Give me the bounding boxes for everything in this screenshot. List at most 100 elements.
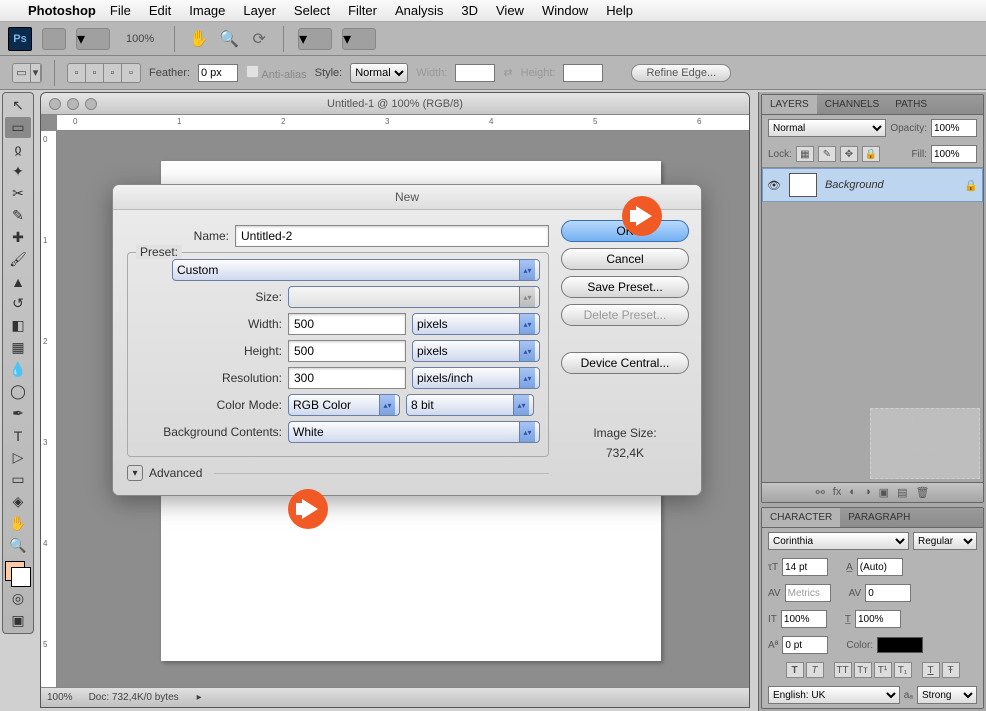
tracking-input[interactable] bbox=[865, 584, 911, 602]
tool-shape[interactable]: ▭ bbox=[5, 469, 31, 490]
quickmask-icon[interactable]: ◎ bbox=[5, 588, 31, 609]
selection-mode[interactable]: ▫▫▫▫ bbox=[67, 63, 141, 83]
fx-icon[interactable]: fx bbox=[833, 486, 842, 499]
tool-type[interactable]: T bbox=[5, 425, 31, 446]
color-swatches[interactable] bbox=[5, 561, 31, 587]
tool-history[interactable]: ↺ bbox=[5, 293, 31, 314]
kerning-input[interactable] bbox=[785, 584, 831, 602]
feather-input[interactable] bbox=[198, 64, 238, 82]
antialias-select[interactable]: Strong bbox=[917, 686, 977, 704]
cancel-button[interactable]: Cancel bbox=[561, 248, 689, 270]
visibility-icon[interactable]: 👁 bbox=[767, 179, 781, 192]
save-preset-button[interactable]: Save Preset... bbox=[561, 276, 689, 298]
language-select[interactable]: English: UK bbox=[768, 686, 900, 704]
tool-move[interactable]: ↖ bbox=[5, 95, 31, 116]
lock-all-icon[interactable]: 🔒 bbox=[862, 146, 880, 162]
tab-paragraph[interactable]: PARAGRAPH bbox=[840, 508, 918, 527]
baseline-input[interactable] bbox=[782, 636, 828, 654]
menu-view[interactable]: View bbox=[496, 3, 524, 18]
tool-crop[interactable]: ✂ bbox=[5, 183, 31, 204]
tool-zoom[interactable]: 🔍 bbox=[5, 535, 31, 556]
device-central-button[interactable]: Device Central... bbox=[561, 352, 689, 374]
trash-icon[interactable]: 🗑 bbox=[915, 486, 929, 499]
tab-layers[interactable]: LAYERS bbox=[762, 95, 817, 114]
tool-3d[interactable]: ◈ bbox=[5, 491, 31, 512]
tool-marquee[interactable]: ▭ bbox=[5, 117, 31, 138]
new-layer-icon[interactable]: ▤ bbox=[897, 486, 907, 499]
font-size-input[interactable] bbox=[782, 558, 828, 576]
workspace-button[interactable]: ▾ bbox=[76, 28, 110, 50]
width-unit-select[interactable]: pixels▴▾ bbox=[412, 313, 540, 335]
strike-button[interactable]: Ŧ bbox=[942, 662, 960, 678]
menu-window[interactable]: Window bbox=[542, 3, 588, 18]
zoom-level[interactable]: 100% bbox=[120, 31, 160, 47]
allcaps-button[interactable]: TT bbox=[834, 662, 852, 678]
underline-button[interactable]: T bbox=[922, 662, 940, 678]
tool-eraser[interactable]: ◧ bbox=[5, 315, 31, 336]
name-input[interactable] bbox=[235, 225, 549, 247]
advanced-disclosure[interactable]: ▾ bbox=[127, 465, 143, 481]
bg-contents-select[interactable]: White▴▾ bbox=[288, 421, 540, 443]
menu-help[interactable]: Help bbox=[606, 3, 633, 18]
tool-heal[interactable]: ✚ bbox=[5, 227, 31, 248]
bit-depth-select[interactable]: 8 bit▴▾ bbox=[406, 394, 534, 416]
layer-row[interactable]: 👁 Background 🔒 bbox=[762, 168, 983, 202]
tool-hand[interactable]: ✋ bbox=[5, 513, 31, 534]
zoom-icon[interactable]: 🔍 bbox=[219, 29, 239, 49]
tool-path[interactable]: ▷ bbox=[5, 447, 31, 468]
tool-lasso[interactable]: ჲ bbox=[5, 139, 31, 160]
height-unit-select[interactable]: pixels▴▾ bbox=[412, 340, 540, 362]
tool-brush[interactable]: 🖌 bbox=[5, 249, 31, 270]
opacity-input[interactable] bbox=[931, 119, 977, 137]
italic-button[interactable]: T bbox=[806, 662, 824, 678]
adjustment-icon[interactable]: ◑ bbox=[864, 486, 871, 499]
dlg-width-input[interactable] bbox=[288, 313, 406, 335]
fill-input[interactable] bbox=[931, 145, 977, 163]
subscript-button[interactable]: T₁ bbox=[894, 662, 912, 678]
link-icon[interactable]: ⚯ bbox=[816, 486, 825, 499]
menu-analysis[interactable]: Analysis bbox=[395, 3, 443, 18]
window-titlebar[interactable]: Untitled-1 @ 100% (RGB/8) bbox=[41, 93, 749, 115]
font-weight-select[interactable]: Regular bbox=[913, 532, 977, 550]
rotate-icon[interactable]: ⟳ bbox=[249, 29, 269, 49]
menu-edit[interactable]: Edit bbox=[149, 3, 171, 18]
tool-gradient[interactable]: ▦ bbox=[5, 337, 31, 358]
tab-channels[interactable]: CHANNELS bbox=[817, 95, 887, 114]
menu-3d[interactable]: 3D bbox=[461, 3, 478, 18]
tab-character[interactable]: CHARACTER bbox=[762, 508, 840, 527]
tool-eyedropper[interactable]: ✎ bbox=[5, 205, 31, 226]
smallcaps-button[interactable]: Tᴛ bbox=[854, 662, 872, 678]
color-mode-select[interactable]: RGB Color▴▾ bbox=[288, 394, 400, 416]
superscript-button[interactable]: T¹ bbox=[874, 662, 892, 678]
menu-filter[interactable]: Filter bbox=[348, 3, 377, 18]
layer-name[interactable]: Background bbox=[825, 179, 884, 191]
tool-dodge[interactable]: ◯ bbox=[5, 381, 31, 402]
screenmode-icon[interactable]: ▣ bbox=[5, 610, 31, 631]
preset-select[interactable]: Custom▴▾ bbox=[172, 259, 540, 281]
vscale-input[interactable] bbox=[781, 610, 827, 628]
lock-pixels-icon[interactable]: ▦ bbox=[796, 146, 814, 162]
tool-blur[interactable]: 💧 bbox=[5, 359, 31, 380]
refine-edge-button[interactable]: Refine Edge... bbox=[631, 64, 731, 82]
tool-wand[interactable]: ✦ bbox=[5, 161, 31, 182]
arrange-button[interactable]: ▾ bbox=[298, 28, 332, 50]
app-name[interactable]: Photoshop bbox=[28, 3, 96, 18]
menu-select[interactable]: Select bbox=[294, 3, 330, 18]
menu-image[interactable]: Image bbox=[189, 3, 225, 18]
marquee-tool-icon[interactable]: ▭▾ bbox=[12, 63, 42, 83]
menu-file[interactable]: File bbox=[110, 3, 131, 18]
dlg-height-input[interactable] bbox=[288, 340, 406, 362]
folder-icon[interactable]: ▣ bbox=[879, 486, 889, 499]
menu-layer[interactable]: Layer bbox=[243, 3, 276, 18]
lock-move-icon[interactable]: ✥ bbox=[840, 146, 858, 162]
text-color-swatch[interactable] bbox=[877, 637, 923, 653]
tab-paths[interactable]: PATHS bbox=[887, 95, 935, 114]
style-select[interactable]: Normal bbox=[350, 63, 408, 83]
hand-icon[interactable]: ✋ bbox=[189, 29, 209, 49]
status-zoom[interactable]: 100% bbox=[47, 692, 73, 703]
resolution-input[interactable] bbox=[288, 367, 406, 389]
screen-mode-button[interactable]: ▾ bbox=[342, 28, 376, 50]
lock-brush-icon[interactable]: ✎ bbox=[818, 146, 836, 162]
hscale-input[interactable] bbox=[855, 610, 901, 628]
tool-pen[interactable]: ✒ bbox=[5, 403, 31, 424]
